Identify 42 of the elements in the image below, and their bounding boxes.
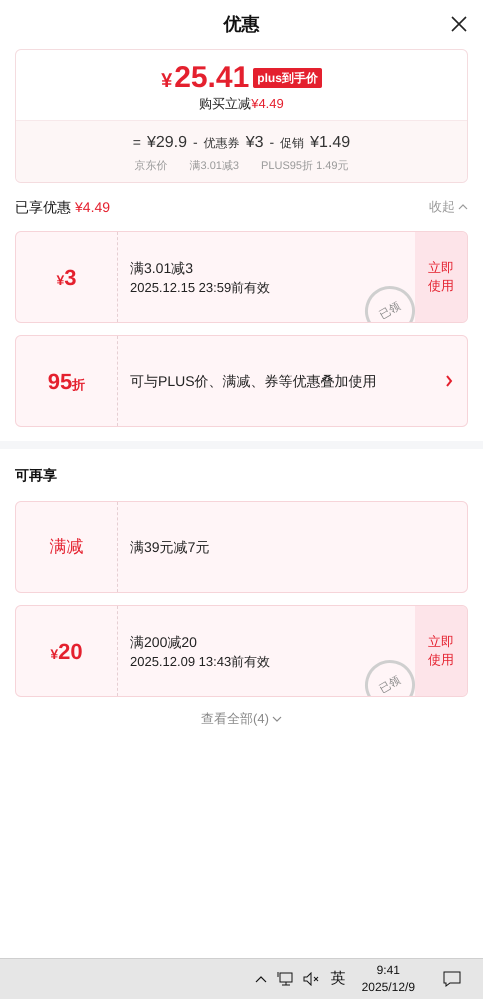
coupon-title: 满200减20 <box>130 632 198 652</box>
amount-text: ¥3 <box>246 132 264 152</box>
operator-text: - <box>193 132 198 152</box>
note-text: 满3.01减3 <box>190 158 240 174</box>
chevron-right-icon[interactable] <box>445 375 453 387</box>
network-icon[interactable] <box>276 971 293 987</box>
amount-text: ¥29.9 <box>146 132 188 152</box>
coupon-value: ¥3 <box>56 264 77 292</box>
use-now-button[interactable]: 立即使用 <box>415 232 467 322</box>
coupon-title: 满3.01减3 <box>130 258 194 278</box>
view-all-link[interactable]: 查看全部(4) <box>201 709 282 728</box>
price-text: ¥25.41 <box>161 60 250 96</box>
close-icon <box>451 16 467 32</box>
coupon-value: 95折 <box>48 368 86 396</box>
panel-title: 优惠 <box>224 13 260 36</box>
note-text: 京东价 <box>134 158 168 174</box>
clock-date[interactable]: 2025/12/9 <box>362 979 415 996</box>
coupon-validity: 2025.12.09 13:43前有效 <box>130 652 272 670</box>
use-now-button[interactable]: 立即使用 <box>415 606 467 696</box>
coupon-validity: 2025.12.15 23:59前有效 <box>130 278 272 296</box>
operator-text: - <box>269 132 274 152</box>
coupon-title: 满39元减7元 <box>130 538 210 557</box>
label-text: 优惠券 <box>204 134 240 152</box>
note-text: PLUS95折 1.49元 <box>261 158 348 174</box>
coupon-value: 满减 <box>50 536 84 558</box>
chevron-up-icon[interactable] <box>254 975 267 983</box>
section-title: 可再享 <box>15 466 57 484</box>
amount-text: ¥1.49 <box>310 132 350 152</box>
clock-time[interactable]: 9:41 <box>376 962 400 979</box>
coupon-value: ¥20 <box>50 638 83 666</box>
notification-icon[interactable] <box>443 971 461 987</box>
coupon-title: 可与PLUS价、满减、券等优惠叠加使用 <box>130 372 378 391</box>
muted-speaker-icon[interactable] <box>302 972 321 986</box>
label-text: 促销 <box>280 134 304 152</box>
input-method-indicator[interactable]: 英 <box>330 968 346 990</box>
price-badge: plus到手价 <box>253 68 322 88</box>
operator-text: = <box>132 132 141 152</box>
section-title: 已享优惠 ¥4.49 <box>15 198 110 216</box>
chevron-icon <box>458 204 468 210</box>
collapse-button[interactable]: 收起 <box>429 197 468 217</box>
chevron-down-icon <box>272 716 282 722</box>
saving-text: 购买立减¥4.49 <box>199 95 284 113</box>
